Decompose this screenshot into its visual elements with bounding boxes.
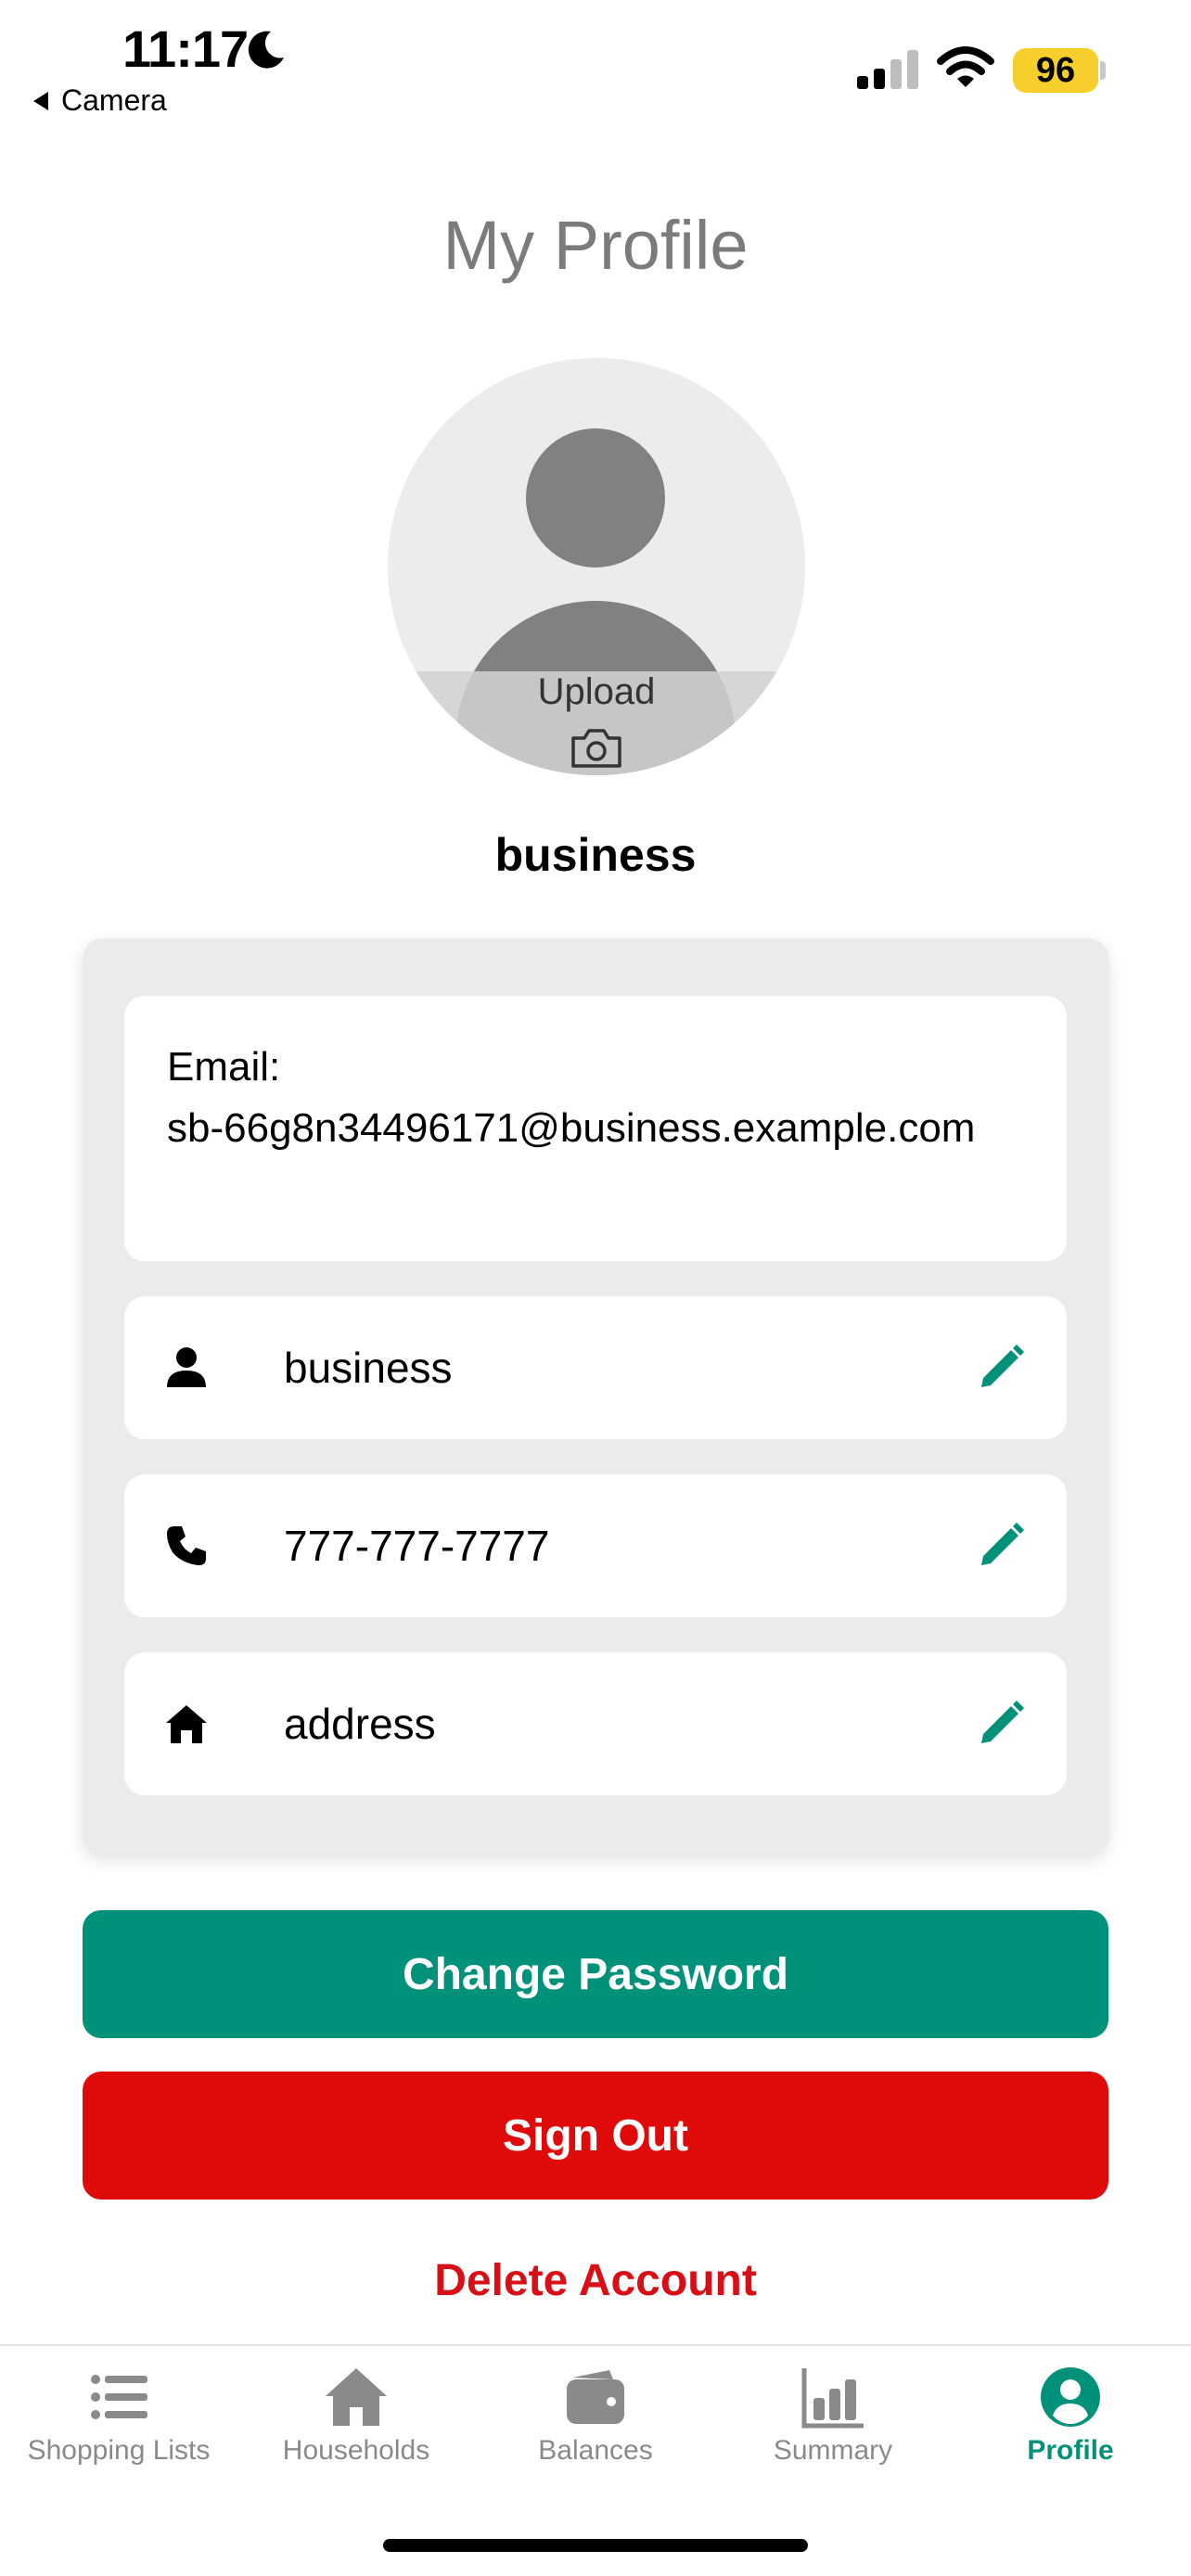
home-icon	[166, 1705, 207, 1743]
address-row: address	[124, 1652, 1067, 1795]
avatar-placeholder-head	[526, 428, 665, 567]
wallet-icon	[567, 2370, 624, 2424]
list-icon	[91, 2375, 147, 2419]
profile-username: business	[494, 829, 697, 881]
person-icon	[167, 1347, 206, 1387]
email-label: Email:	[167, 1044, 281, 1090]
profile-icon	[1041, 2367, 1100, 2427]
tab-households[interactable]: Households	[237, 2365, 475, 2485]
name-value: business	[284, 1344, 453, 1392]
email-value: sb-66g8n34496171@business.example.com	[167, 1105, 976, 1151]
tab-label-profile: Profile	[1027, 2435, 1114, 2466]
sign-out-button[interactable]: Sign Out	[83, 2072, 1108, 2200]
edit-address-pencil-icon[interactable]	[974, 1699, 1026, 1751]
address-value: address	[284, 1700, 436, 1748]
page-title: My Profile	[442, 207, 749, 284]
tab-summary[interactable]: Summary	[714, 2365, 952, 2485]
profile-info-card: Email: sb-66g8n34496171@business.example…	[83, 938, 1108, 1855]
email-box: Email: sb-66g8n34496171@business.example…	[124, 996, 1067, 1261]
delete-account-link[interactable]: Delete Account	[0, 2255, 1191, 2306]
name-row: business	[124, 1296, 1067, 1439]
back-app-label: Camera	[61, 83, 167, 117]
back-to-camera-link[interactable]: Camera	[33, 83, 167, 118]
moon-icon	[248, 31, 284, 69]
phone-value: 777-777-7777	[284, 1522, 550, 1570]
tab-label-shopping-lists: Shopping Lists	[27, 2435, 211, 2466]
tab-label-summary: Summary	[773, 2435, 893, 2466]
change-password-button[interactable]: Change Password	[83, 1910, 1108, 2038]
camera-icon	[571, 729, 621, 768]
tab-profile[interactable]: Profile	[952, 2365, 1189, 2485]
status-bar: 11:17 Camera 96	[0, 0, 1191, 130]
cellular-signal-icon	[857, 50, 918, 89]
house-icon	[326, 2368, 387, 2426]
back-arrow-icon	[33, 91, 48, 110]
home-indicator	[383, 2539, 808, 2552]
tab-shopping-lists[interactable]: Shopping Lists	[0, 2365, 237, 2485]
bar-chart-icon	[801, 2368, 864, 2429]
avatar-upload[interactable]: Upload	[388, 358, 805, 775]
battery-tip	[1100, 61, 1106, 80]
phone-row: 777-777-7777	[124, 1474, 1067, 1617]
tab-label-households: Households	[282, 2435, 430, 2466]
upload-label: Upload	[537, 671, 656, 712]
edit-name-pencil-icon[interactable]	[974, 1343, 1026, 1395]
phone-icon	[167, 1526, 206, 1565]
status-time: 11:17	[122, 19, 249, 78]
tab-balances[interactable]: Balances	[477, 2365, 714, 2485]
tab-label-balances: Balances	[538, 2435, 653, 2466]
battery-indicator: 96	[1013, 48, 1098, 93]
wifi-icon	[937, 46, 994, 87]
edit-phone-pencil-icon[interactable]	[974, 1521, 1026, 1573]
